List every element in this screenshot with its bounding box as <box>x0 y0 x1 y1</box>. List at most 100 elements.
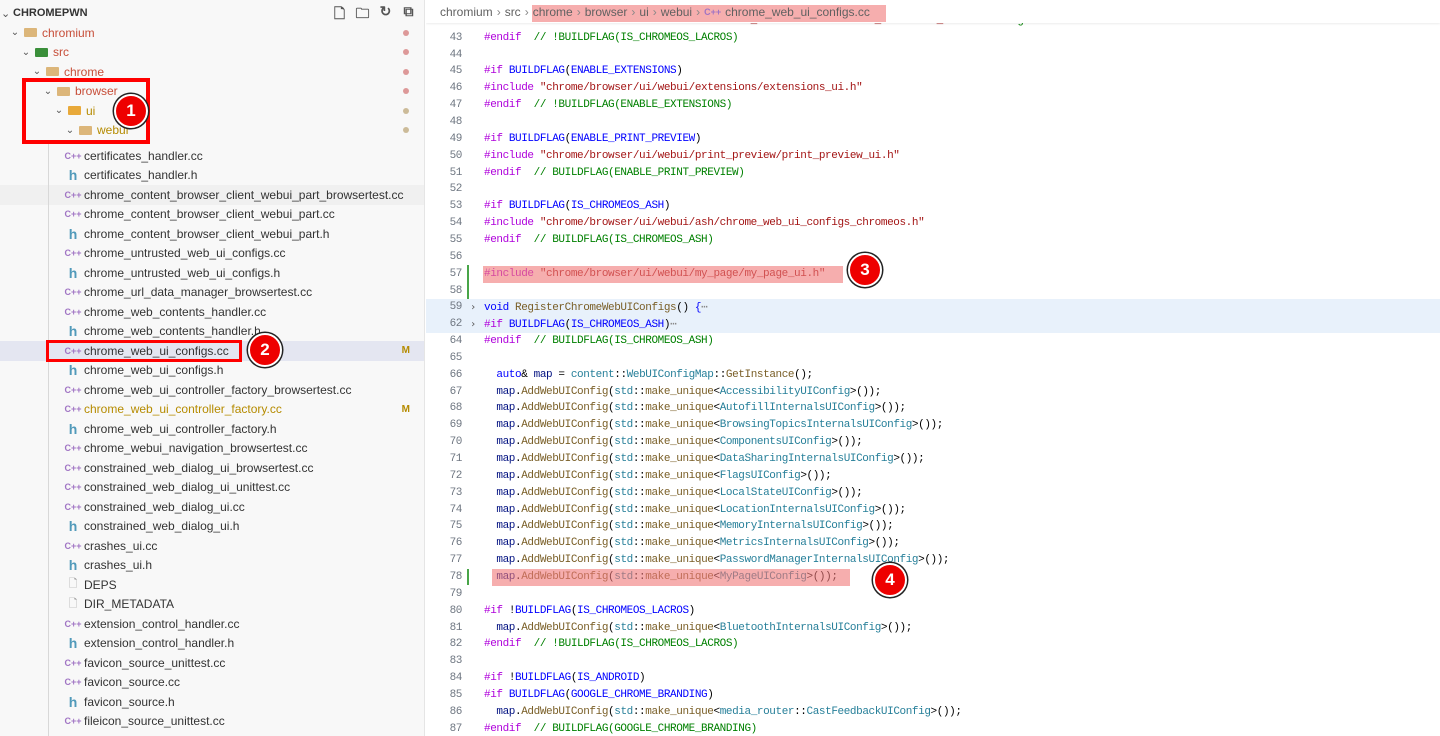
breadcrumb-file[interactable]: chrome_web_ui_configs.cc <box>725 5 870 19</box>
git-status-dot <box>403 107 409 114</box>
file-item[interactable]: C++ favicon_source.cc <box>0 673 424 693</box>
file-item[interactable]: 🗋 DEPS <box>0 575 424 595</box>
code-line[interactable]: 75 map.AddWebUIConfig(std::make_unique<M… <box>426 518 1440 535</box>
code-line[interactable]: 43 #endif // !BUILDFLAG(IS_CHROMEOS_LACRO… <box>426 29 1440 46</box>
code-token: #endif <box>484 166 522 179</box>
code-line[interactable]: 74 map.AddWebUIConfig(std::make_unique<L… <box>426 501 1440 518</box>
file-item[interactable]: C++ favicon_source_unittest.cc <box>0 653 424 673</box>
file-item[interactable]: C++ extension_control_handler.cc <box>0 614 424 634</box>
file-item[interactable]: h chrome_untrusted_web_ui_configs.h <box>0 263 424 283</box>
file-item[interactable]: C++ certificates_handler.cc <box>0 146 424 166</box>
file-item[interactable]: h chrome_web_ui_configs.h <box>0 361 424 381</box>
code-line[interactable]: 44 <box>426 46 1440 63</box>
code-token: BUILDFLAG <box>508 65 565 78</box>
code-line[interactable]: 48 <box>426 114 1440 131</box>
code-line[interactable]: 64 #endif // BUILDFLAG(IS_CHROMEOS_ASH) <box>426 333 1440 350</box>
breadcrumb-item[interactable]: chromium <box>440 5 493 19</box>
code-line[interactable]: 84 #if !BUILDFLAG(IS_ANDROID) <box>426 670 1440 687</box>
code-line[interactable]: 59 › void RegisterChromeWebUIConfigs() {⋯ <box>426 298 1440 316</box>
header-file-icon: h <box>68 518 78 535</box>
code-line[interactable]: 70 map.AddWebUIConfig(std::make_unique<C… <box>426 434 1440 451</box>
code-line[interactable]: 49 #if BUILDFLAG(ENABLE_PRINT_PREVIEW) <box>426 130 1440 147</box>
file-item[interactable]: C++ chrome_untrusted_web_ui_configs.cc <box>0 244 424 264</box>
code-token: >()); <box>893 453 925 466</box>
code-line[interactable]: 68 map.AddWebUIConfig(std::make_unique<A… <box>426 400 1440 417</box>
code-line[interactable]: 51 #endif // BUILDFLAG(ENABLE_PRINT_PREVI… <box>426 164 1440 181</box>
file-item[interactable]: h extension_control_handler.h <box>0 634 424 654</box>
breadcrumb-item[interactable]: ui <box>639 5 648 19</box>
code-line[interactable]: 81 map.AddWebUIConfig(std::make_unique<B… <box>426 619 1440 636</box>
explorer-header[interactable]: ⌄ CHROMEPWN 🗋 🗀 ↻ ⧉ <box>0 3 424 23</box>
line-number: 86 <box>449 705 463 718</box>
code-line[interactable]: 67 map.AddWebUIConfig(std::make_unique<A… <box>426 383 1440 400</box>
code-line[interactable]: 71 map.AddWebUIConfig(std::make_unique<D… <box>426 451 1440 468</box>
file-item[interactable]: C++ chrome_web_contents_handler.cc <box>0 302 424 322</box>
breadcrumb-item[interactable]: chrome <box>533 5 573 19</box>
file-item[interactable]: C++ chrome_content_browser_client_webui_p… <box>0 205 424 225</box>
code-line[interactable]: 77 map.AddWebUIConfig(std::make_unique<P… <box>426 552 1440 569</box>
file-item[interactable]: C++ constrained_web_dialog_ui.cc <box>0 497 424 517</box>
folder-src[interactable]: ⌄ src <box>0 43 424 63</box>
code-line[interactable]: 55 #endif // BUILDFLAG(IS_CHROMEOS_ASH) <box>426 232 1440 249</box>
code-token: // BUILDFLAG(IS_CHROMEOS_ASH) <box>521 233 714 246</box>
cpp-file-icon: C++ <box>64 501 82 512</box>
code-line[interactable]: 56 <box>426 248 1440 265</box>
code-line[interactable]: 85 #if BUILDFLAG(GOOGLE_CHROME_BRANDING) <box>426 687 1440 704</box>
code-line[interactable]: 54 #include "chrome/browser/ui/webui/ash/… <box>426 215 1440 232</box>
code-token: ) <box>688 604 696 617</box>
file-item[interactable]: C++ chrome_web_ui_controller_factory_brow… <box>0 380 424 400</box>
fold-chevron-icon[interactable]: › <box>462 319 484 330</box>
file-label: constrained_web_dialog_ui_browsertest.cc <box>84 460 314 475</box>
breadcrumb-item[interactable]: webui <box>661 5 692 19</box>
code-line[interactable]: 82 #endif // !BUILDFLAG(IS_CHROMEOS_LACRO… <box>426 636 1440 653</box>
code-line[interactable]: 79 <box>426 585 1440 602</box>
file-item[interactable]: h certificates_handler.h <box>0 166 424 186</box>
file-item[interactable]: h chrome_web_contents_handler.h <box>0 322 424 342</box>
code-line[interactable]: 80 #if !BUILDFLAG(IS_CHROMEOS_LACROS) <box>426 602 1440 619</box>
code-line[interactable]: 50 #include "chrome/browser/ui/webui/prin… <box>426 147 1440 164</box>
code-line[interactable]: 86 map.AddWebUIConfig(std::make_unique<m… <box>426 703 1440 720</box>
code-line[interactable]: 47 #endif // !BUILDFLAG(ENABLE_EXTENSIONS… <box>426 97 1440 114</box>
cpp-file-icon: C++ <box>64 443 82 454</box>
code-line[interactable]: 69 map.AddWebUIConfig(std::make_unique<B… <box>426 417 1440 434</box>
breadcrumb-item[interactable]: browser <box>585 5 628 19</box>
code-text: map.AddWebUIConfig(std::make_unique<Acce… <box>484 386 881 398</box>
code-line[interactable]: 73 map.AddWebUIConfig(std::make_unique<L… <box>426 484 1440 501</box>
file-item[interactable]: C++ chrome_web_ui_controller_factory.cc M <box>0 400 424 420</box>
file-label: chrome_untrusted_web_ui_configs.cc <box>84 246 286 261</box>
code-line[interactable]: 65 <box>426 350 1440 367</box>
code-editor[interactable]: chromium › src › chrome › browser › ui › webui › C++… <box>426 0 1440 736</box>
fold-chevron-icon[interactable]: › <box>462 302 484 313</box>
code-token: // !BUILDFLAG(ENABLE_EXTENSIONS) <box>521 99 733 112</box>
code-line[interactable]: 46 #include "chrome/browser/ui/webui/exte… <box>426 80 1440 97</box>
file-item[interactable]: h favicon_source.h <box>0 692 424 712</box>
code-line[interactable]: 83 <box>426 653 1440 670</box>
file-item[interactable]: C++ chrome_url_data_manager_browsertest.c… <box>0 283 424 303</box>
file-item[interactable]: h chrome_content_browser_client_webui_par… <box>0 224 424 244</box>
code-line[interactable]: 45 #if BUILDFLAG(ENABLE_EXTENSIONS) <box>426 63 1440 80</box>
cpp-file-icon: C++ <box>64 677 82 688</box>
file-item[interactable]: h crashes_ui.h <box>0 556 424 576</box>
file-item[interactable]: C++ fileicon_source_unittest.cc <box>0 712 424 732</box>
code-line[interactable]: 52 <box>426 181 1440 198</box>
file-item[interactable]: C++ constrained_web_dialog_ui_browsertest… <box>0 458 424 478</box>
breadcrumb-item[interactable]: src <box>505 5 521 19</box>
code-line[interactable]: 58 <box>426 282 1440 299</box>
code-line[interactable]: 66 auto& map = content::WebUIConfigMap::… <box>426 366 1440 383</box>
file-item[interactable]: h chrome_web_ui_controller_factory.h <box>0 419 424 439</box>
code-line[interactable]: 87 #endif // BUILDFLAG(GOOGLE_CHROME_BRAN… <box>426 720 1440 736</box>
folder-chromium[interactable]: ⌄ chromium <box>0 23 424 43</box>
code-line[interactable]: 62 › #if BUILDFLAG(IS_CHROMEOS_ASH)⋯ <box>426 315 1440 333</box>
folder-label: chromium <box>42 25 95 40</box>
file-item[interactable]: C++ crashes_ui.cc <box>0 536 424 556</box>
code-line[interactable]: 53 #if BUILDFLAG(IS_CHROMEOS_ASH) <box>426 198 1440 215</box>
code-line[interactable]: 76 map.AddWebUIConfig(std::make_unique<M… <box>426 535 1440 552</box>
file-item[interactable]: C++ constrained_web_dialog_ui_unittest.cc <box>0 478 424 498</box>
file-item[interactable]: h constrained_web_dialog_ui.h <box>0 517 424 537</box>
file-item[interactable]: 🗋 DIR_METADATA <box>0 595 424 615</box>
code-line[interactable]: 72 map.AddWebUIConfig(std::make_unique<F… <box>426 467 1440 484</box>
file-item[interactable]: C++ chrome_content_browser_client_webui_p… <box>0 185 424 205</box>
code-token: map <box>496 554 516 567</box>
file-item[interactable]: C++ chrome_webui_navigation_browsertest.c… <box>0 439 424 459</box>
